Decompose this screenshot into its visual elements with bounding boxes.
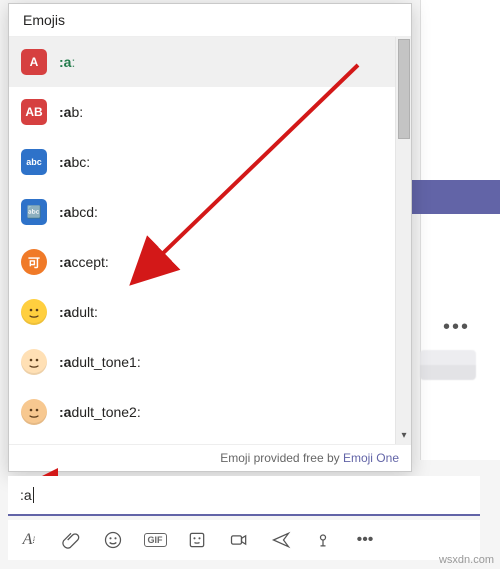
emoji-shortcode: :ab: bbox=[59, 104, 83, 120]
emoji-item[interactable]: 🔤 :abcd: bbox=[9, 187, 395, 237]
emoji-glyph-icon bbox=[21, 299, 47, 325]
emoji-item[interactable]: AB :ab: bbox=[9, 87, 395, 137]
emoji-shortcode: :adult: bbox=[59, 304, 98, 320]
emoji-glyph-icon: A bbox=[21, 49, 47, 75]
footer-text: Emoji provided free by bbox=[220, 451, 343, 465]
compose-typed-text: :a bbox=[20, 487, 32, 503]
attach-icon[interactable] bbox=[60, 529, 82, 551]
emoji-item[interactable]: :adult: bbox=[9, 287, 395, 337]
emoji-shortcode: :abcd: bbox=[59, 204, 98, 220]
emoji-shortcode: :adult_tone2: bbox=[59, 404, 141, 420]
sticker-icon[interactable] bbox=[186, 529, 208, 551]
text-caret bbox=[33, 487, 34, 503]
emoji-shortcode: :abc: bbox=[59, 154, 90, 170]
message-more-icon[interactable]: ••• bbox=[443, 316, 470, 339]
emoji-glyph-icon bbox=[21, 399, 47, 425]
watermark: wsxdn.com bbox=[439, 554, 494, 566]
popup-footer: Emoji provided free by Emoji One bbox=[9, 444, 411, 471]
emoji-glyph-icon: abc bbox=[21, 149, 47, 175]
emoji-item[interactable]: :adult_tone2: bbox=[9, 387, 395, 437]
meet-now-icon[interactable] bbox=[228, 529, 250, 551]
compose-input[interactable]: :a bbox=[8, 476, 480, 516]
emoji-one-link[interactable]: Emoji One bbox=[343, 451, 399, 465]
send-icon[interactable] bbox=[270, 529, 292, 551]
message-preview-blur bbox=[420, 350, 476, 380]
scroll-down-icon[interactable]: ▾ bbox=[396, 428, 411, 444]
emoji-item[interactable]: abc :abc: bbox=[9, 137, 395, 187]
emoji-item[interactable]: A :a: bbox=[9, 37, 395, 87]
emoji-glyph-icon: 🔤 bbox=[21, 199, 47, 225]
stream-icon[interactable] bbox=[312, 529, 334, 551]
compose-toolbar: A⁞ GIF ••• bbox=[8, 520, 480, 560]
format-icon[interactable]: A⁞ bbox=[18, 529, 40, 551]
emoji-shortcode: :adult_tone1: bbox=[59, 354, 141, 370]
emoji-picker-popup: Emojis A :a: AB :ab: abc :abc: 🔤 :abcd: 可 :accept… bbox=[8, 3, 412, 472]
emoji-glyph-icon: AB bbox=[21, 99, 47, 125]
emoji-list: A :a:AB :ab:abc :abc:🔤 :abcd:可 :accept::adult… bbox=[9, 37, 395, 444]
scrollbar[interactable]: ▾ bbox=[395, 37, 411, 444]
emoji-shortcode: :a: bbox=[59, 54, 75, 70]
emoji-glyph-icon bbox=[21, 349, 47, 375]
emoji-shortcode: :accept: bbox=[59, 254, 109, 270]
side-panel bbox=[420, 0, 500, 460]
popup-title: Emojis bbox=[9, 4, 411, 37]
emoji-glyph-icon: 可 bbox=[21, 249, 47, 275]
emoji-icon[interactable] bbox=[102, 529, 124, 551]
gif-icon[interactable]: GIF bbox=[144, 529, 166, 551]
channel-header-stripe bbox=[410, 180, 500, 214]
emoji-list-wrap: A :a:AB :ab:abc :abc:🔤 :abcd:可 :accept::adult… bbox=[9, 37, 411, 444]
emoji-item[interactable]: 可 :accept: bbox=[9, 237, 395, 287]
emoji-item[interactable]: :adult_tone1: bbox=[9, 337, 395, 387]
more-options-icon[interactable]: ••• bbox=[354, 529, 376, 551]
scroll-thumb[interactable] bbox=[398, 39, 410, 139]
